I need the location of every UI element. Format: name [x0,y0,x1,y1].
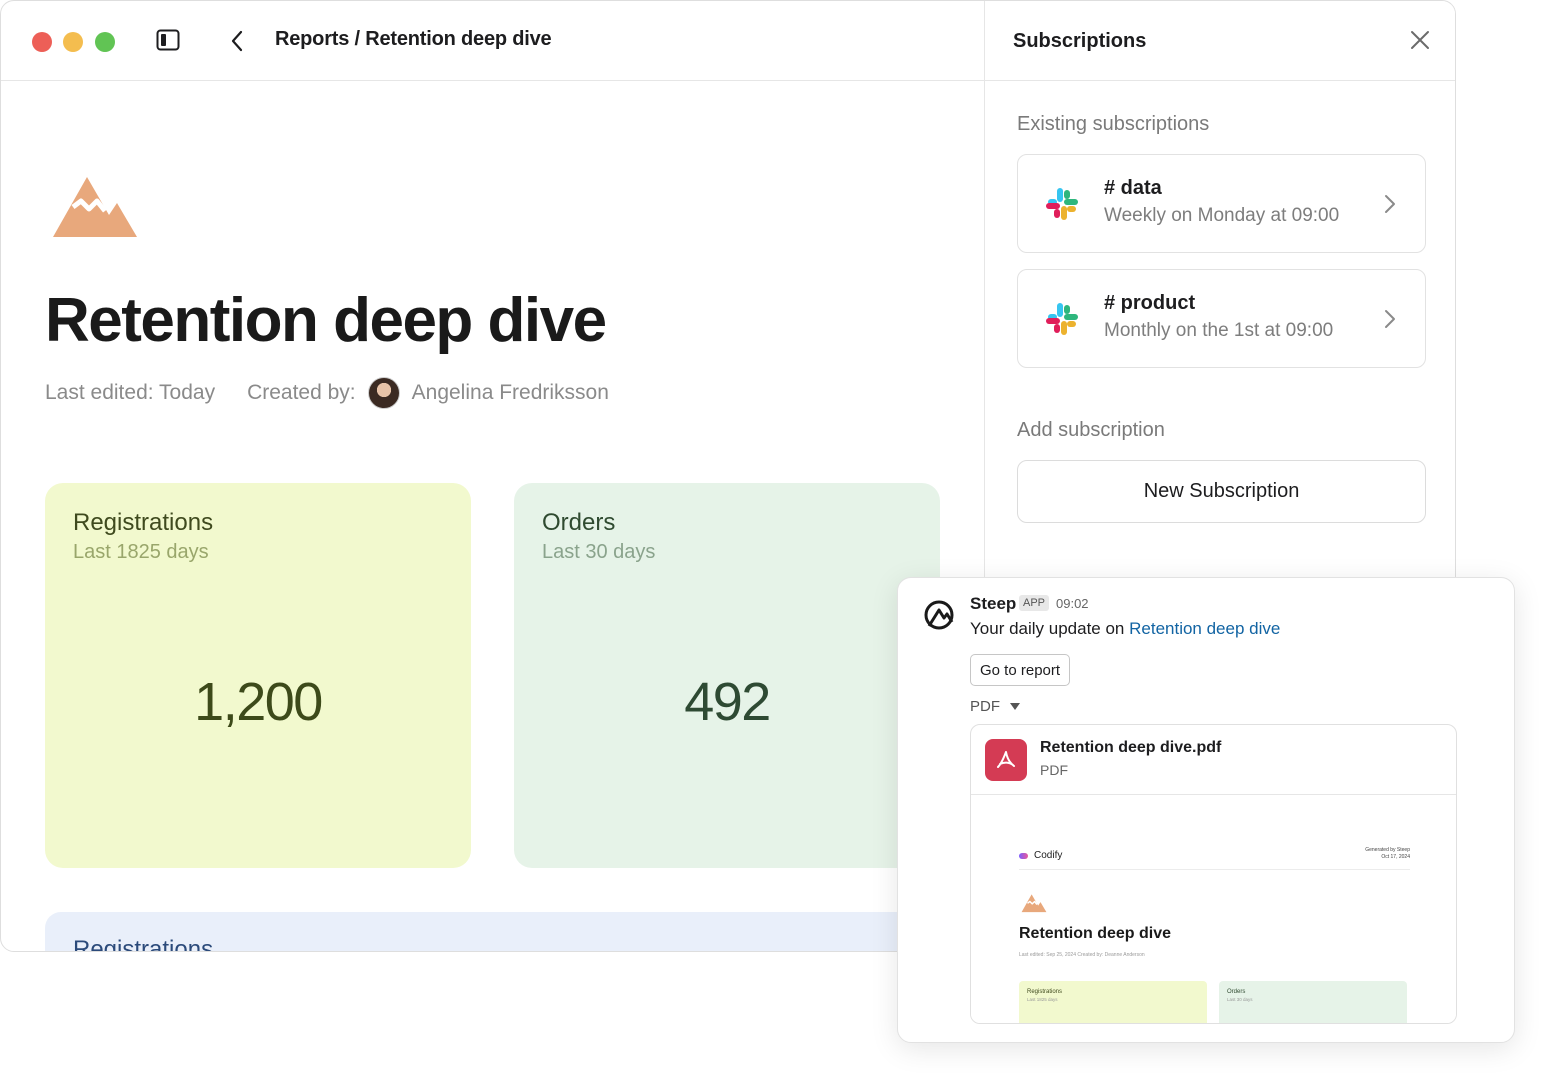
card-title: Orders [542,509,616,536]
pdf-attachment[interactable]: Retention deep dive.pdf PDF Codify Gener… [970,724,1457,1024]
preview-generated: Generated by Steep Oct 17, 2024 [1365,847,1410,861]
panel-header: Subscriptions [985,1,1455,81]
last-edited: Last edited: Today [45,381,216,404]
title-bar: Reports / Retention deep dive [1,1,985,81]
preview-orders-card: Orders Last 30 days [1219,981,1407,1023]
page-title: Retention deep dive [45,286,607,355]
report-meta: Last edited: Today Created by: Angelina … [45,377,609,409]
author-name: Angelina Fredriksson [411,381,609,404]
go-to-report-button[interactable]: Go to report [970,654,1071,686]
new-subscription-button[interactable]: New Subscription [1017,460,1426,523]
sidebar-toggle-icon[interactable] [156,29,180,51]
report-link[interactable]: Retention deep dive [1129,619,1280,638]
orders-card[interactable]: Orders Last 30 days 492 [514,483,940,868]
preview-generated-by: Generated by Steep [1365,847,1410,853]
file-header[interactable]: Retention deep dive.pdf PDF [971,725,1456,795]
caret-down-icon [1010,703,1020,710]
message-sender[interactable]: Steep [970,594,1016,614]
preview-card-subtitle: Last 30 days [1227,997,1253,1002]
chevron-right-icon [1383,308,1397,330]
mountain-icon [1021,893,1047,913]
preview-generated-date: Oct 17, 2024 [1381,854,1410,860]
panel-title: Subscriptions [1013,30,1147,52]
section-title: Registrations [73,936,214,952]
subscription-channel: # product [1104,292,1196,314]
preview-registrations-card: Registrations Last 1825 days [1019,981,1207,1023]
subscription-item-data[interactable]: # data Weekly on Monday at 09:00 [1017,154,1426,253]
preview-card-subtitle: Last 1825 days [1027,997,1058,1002]
card-subtitle: Last 1825 days [73,541,209,563]
preview-card-title: Orders [1227,989,1246,995]
pdf-icon [985,739,1027,781]
chevron-right-icon [1383,193,1397,215]
registrations-card[interactable]: Registrations Last 1825 days 1,200 [45,483,471,868]
message-text: Your daily update on Retention deep dive [970,619,1280,639]
breadcrumb[interactable]: Reports / Retention deep dive [275,28,552,51]
card-subtitle: Last 30 days [542,541,656,563]
slack-message-popup: Steep APP 09:02 Your daily update on Ret… [897,577,1515,1043]
slack-icon [1044,186,1080,222]
avatar [367,377,400,409]
steep-logo-icon [922,598,956,632]
attachment-toggle-label: PDF [970,698,1000,715]
card-value: 492 [684,672,771,732]
codify-logo-icon [1019,852,1028,859]
divider [1019,869,1410,870]
slack-icon [1044,301,1080,337]
preview-brand-name: Codify [1034,850,1063,861]
subscription-channel: # data [1104,177,1162,199]
file-type: PDF [1040,762,1068,778]
created-by-label: Created by: [247,381,356,404]
card-title: Registrations [73,509,214,536]
file-name: Retention deep dive.pdf [1040,739,1222,756]
preview-meta: Last edited: Sep 25, 2024 Created by: De… [1019,952,1145,958]
add-subscription-label: Add subscription [1017,419,1165,441]
message-time: 09:02 [1056,596,1089,611]
maximize-window-button[interactable] [95,32,115,52]
attachment-toggle[interactable]: PDF [970,698,1020,715]
preview-card-title: Registrations [1027,989,1063,995]
preview-brand: Codify [1019,850,1062,861]
close-window-button[interactable] [32,32,52,52]
preview-title: Retention deep dive [1019,925,1172,942]
card-value: 1,200 [194,672,323,732]
pdf-preview[interactable]: Codify Generated by Steep Oct 17, 2024 R… [971,795,1456,1023]
existing-subscriptions-label: Existing subscriptions [1017,113,1210,135]
subscription-schedule: Monthly on the 1st at 09:00 [1104,320,1334,341]
subscription-schedule: Weekly on Monday at 09:00 [1104,205,1340,226]
registrations-section: Registrations [45,912,945,952]
mountain-icon [51,173,139,239]
message-prefix: Your daily update on [970,619,1130,638]
app-badge: APP [1019,595,1050,611]
close-icon[interactable] [1409,29,1431,51]
minimize-window-button[interactable] [63,32,83,52]
subscription-item-product[interactable]: # product Monthly on the 1st at 09:00 [1017,269,1426,368]
back-chevron-icon[interactable] [227,27,249,55]
